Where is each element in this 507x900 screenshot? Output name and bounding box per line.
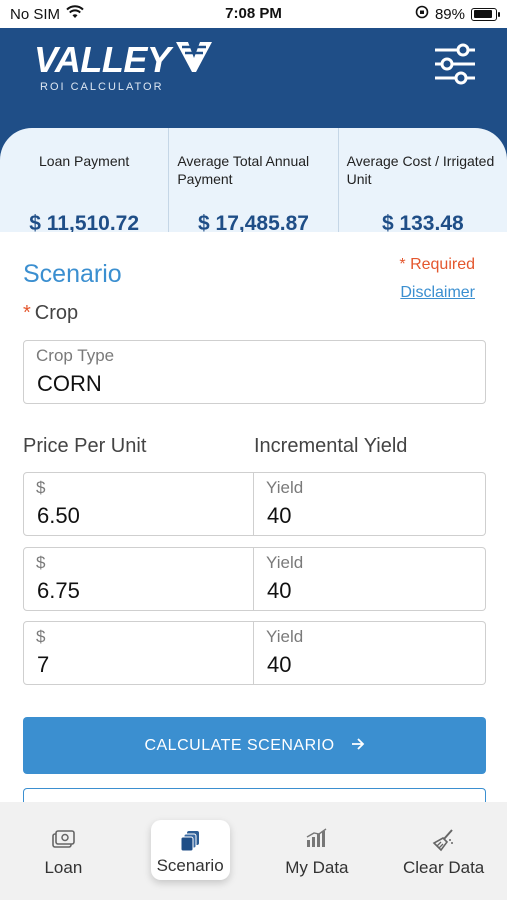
price-input[interactable]: $ 7 [23, 621, 254, 685]
incremental-yield-header: Incremental Yield [254, 435, 408, 457]
logo-word: VALLEY [34, 38, 171, 80]
price-input[interactable]: $ 6.50 [23, 472, 254, 536]
tab-loan[interactable]: Loan [0, 802, 127, 900]
required-note: * Required [399, 256, 475, 273]
tab-label: Clear Data [402, 858, 485, 877]
scenario-form: Scenario * Required Disclaimer * Crop Cro… [0, 232, 507, 818]
yield-input[interactable]: Yield 40 [254, 547, 486, 611]
yield-input[interactable]: Yield 40 [254, 621, 486, 685]
battery-percent: 89% [434, 5, 465, 23]
field-label: Yield [266, 478, 304, 497]
field-value: 6.50 [37, 503, 80, 528]
section-title: Scenario [23, 260, 122, 288]
field-label: $ [36, 627, 46, 646]
tab-my-data[interactable]: My Data [254, 802, 381, 900]
bottom-tab-bar: Loan Scenario My Data Clear Data [0, 802, 507, 900]
calculate-scenario-button[interactable]: CALCULATE SCENARIO [23, 717, 486, 774]
status-bar: No SIM 7:08 PM 89% [0, 0, 507, 28]
status-right: 89% [415, 5, 500, 23]
battery-fill [473, 10, 493, 18]
tab-label: My Data [285, 858, 349, 877]
field-value: 40 [267, 652, 292, 677]
disclaimer-link[interactable]: Disclaimer [400, 284, 475, 302]
valley-v-icon [174, 40, 214, 79]
orientation-lock-icon [415, 5, 429, 23]
field-label: $ [36, 478, 46, 497]
crop-label-text: Crop [34, 302, 79, 324]
app-header: VALLEY ROI CALCULATOR Loan Payment $ 11,… [0, 28, 507, 260]
button-label: CALCULATE SCENARIO [144, 736, 335, 754]
cards-icon [127, 830, 254, 852]
field-value: 7 [37, 652, 50, 677]
broom-icon [380, 828, 507, 852]
price-per-unit-header: Price Per Unit [23, 435, 147, 457]
tab-clear-data[interactable]: Clear Data [380, 802, 507, 900]
field-value: CORN [37, 371, 102, 396]
tab-label: Scenario [156, 856, 224, 875]
required-mark: * [23, 302, 31, 324]
field-label: Yield [266, 627, 304, 646]
summary-label: Average Cost / Irrigated Unit [346, 153, 495, 187]
crop-label: * Crop [23, 302, 78, 325]
app-logo: VALLEY ROI CALCULATOR [34, 40, 214, 93]
bar-chart-icon [254, 828, 381, 848]
field-label: $ [36, 553, 46, 572]
crop-type-select[interactable]: Crop Type CORN [23, 340, 486, 404]
logo-subtitle: ROI CALCULATOR [40, 81, 164, 93]
tab-label: Loan [44, 858, 83, 877]
money-icon [0, 828, 127, 850]
field-value: 40 [267, 578, 292, 603]
tab-scenario[interactable]: Scenario [127, 802, 254, 900]
price-input[interactable]: $ 6.75 [23, 547, 254, 611]
summary-label: Average Total Annual Payment [177, 153, 310, 187]
arrow-right-icon [351, 737, 365, 755]
field-value: 6.75 [37, 578, 80, 603]
settings-menu-button[interactable] [433, 42, 477, 86]
battery-icon [471, 7, 500, 21]
sliders-icon [433, 43, 477, 90]
field-label: Yield [266, 553, 304, 572]
field-label: Crop Type [36, 346, 115, 365]
yield-input[interactable]: Yield 40 [254, 472, 486, 536]
summary-label: Loan Payment [39, 153, 130, 169]
field-value: 40 [267, 503, 292, 528]
